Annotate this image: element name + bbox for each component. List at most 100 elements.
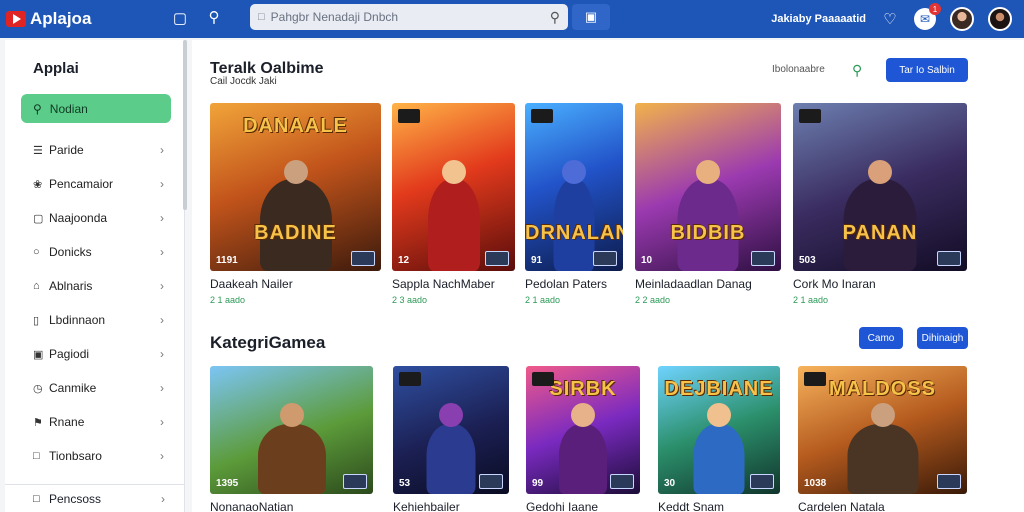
play-count: 53	[399, 478, 411, 489]
file-icon: □	[33, 450, 40, 462]
play-count: 12	[398, 255, 410, 266]
sidebar-item-active[interactable]: ⚲ Nodian	[21, 94, 171, 123]
main-content: Teralk Oalbime Cail Jocdk Jaki Ibolonaab…	[192, 40, 1024, 512]
folder-icon: ▢	[33, 212, 44, 225]
game-thumbnail[interactable]: BIDBIB 10	[635, 103, 781, 271]
game-title[interactable]: Keddt Snam	[658, 500, 780, 512]
sidebar-item-label: Tionbsaro	[49, 449, 102, 463]
corner-tag	[804, 372, 826, 386]
search-icon[interactable]: ⚲	[204, 8, 224, 26]
game-card[interactable]: PANAN 503 Cork Mo Inaran 2 1 aado	[793, 103, 967, 305]
sidebar: Applai ⚲ Nodian ☰ Paride › ❀ Pencamaior › ▢ Naa…	[5, 40, 185, 512]
search-icon[interactable]: ⚲	[852, 62, 862, 79]
platform-badge-icon	[343, 474, 367, 489]
game-thumbnail[interactable]: DEJBIANE 30	[658, 366, 780, 494]
thumbnail-logo: BIDBIB	[670, 222, 746, 244]
sidebar-item[interactable]: ◷ Canmike ›	[5, 371, 184, 405]
game-card[interactable]: DANAALE BADINE 1191 Daakeah Nailer 2 1 aado	[210, 103, 381, 305]
game-title[interactable]: Sappla NachMaber	[392, 277, 515, 291]
game-meta: 2 1 aado	[793, 295, 829, 305]
sidebar-item[interactable]: ⌂ Ablnaris ›	[5, 269, 184, 303]
folder-icon[interactable]: ▢	[170, 9, 190, 27]
messages-button[interactable]: ✉ 1	[914, 3, 941, 30]
platform-badge-icon	[610, 474, 634, 489]
game-card[interactable]: BIDBIB 10 Meinladaadlan Danag 2 2 aado	[635, 103, 781, 305]
game-thumbnail[interactable]: SIRBK 99	[526, 366, 640, 494]
character-head	[283, 160, 308, 184]
thumbnail-title: DANAALE	[243, 115, 348, 137]
game-title[interactable]: NonanaoNatian	[210, 500, 373, 512]
play-count: 99	[532, 478, 544, 489]
game-card[interactable]: 53 Kehiehbailer	[393, 366, 509, 512]
thumbnail-logo: PANAN	[842, 222, 918, 244]
play-count: 91	[531, 255, 543, 266]
character-figure	[257, 424, 326, 494]
sidebar-item-label: Canmike	[49, 381, 97, 395]
character-figure	[559, 424, 607, 494]
file-icon: □	[33, 492, 40, 505]
play-count: 10	[641, 255, 653, 266]
platform-badge-icon	[351, 251, 375, 266]
category-button-1[interactable]: Camo	[859, 327, 903, 349]
game-thumbnail[interactable]: PANAN 503	[793, 103, 967, 271]
image-icon: ▣	[33, 348, 44, 361]
game-card[interactable]: SIRBK 99 Gedohi Iaane	[526, 366, 640, 512]
sidebar-item[interactable]: ☰ Paride ›	[5, 133, 184, 167]
avatar[interactable]	[950, 7, 974, 31]
game-card[interactable]: DRNALAN 91 Pedolan Paters 2 1 aado	[525, 103, 623, 305]
bell-icon[interactable]: ♡	[880, 10, 900, 28]
sidebar-item[interactable]: ❀ Pencamaior ›	[5, 167, 184, 201]
game-thumbnail[interactable]: MALDOSS 1038	[798, 366, 967, 494]
category-button-2[interactable]: Dihinaigh	[917, 327, 968, 349]
chevron-right-icon: ›	[160, 415, 164, 429]
game-thumbnail[interactable]: 1395	[210, 366, 373, 494]
sidebar-item[interactable]: ⚑ Rnane ›	[5, 405, 184, 439]
sidebar-scrollbar[interactable]	[183, 40, 187, 210]
game-thumbnail[interactable]: DANAALE BADINE 1191	[210, 103, 381, 271]
game-card[interactable]: MALDOSS 1038 Cardelen Natala	[798, 366, 967, 512]
game-title[interactable]: Cardelen Natala	[798, 500, 967, 512]
corner-tag	[799, 109, 821, 123]
sidebar-item[interactable]: ▣ Pagiodi ›	[5, 337, 184, 371]
game-card[interactable]: 12 Sappla NachMaber 2 3 aado	[392, 103, 515, 305]
character-head	[439, 403, 463, 427]
section-action-button[interactable]: Tar Io Salbin	[886, 58, 968, 82]
chevron-right-icon: ›	[160, 347, 164, 361]
sidebar-item-footer[interactable]: □ Pencsoss ›	[5, 484, 185, 512]
profile-avatar[interactable]	[988, 7, 1012, 31]
sidebar-item[interactable]: □ Tionbsaro ›	[5, 439, 184, 473]
game-thumbnail[interactable]: 12	[392, 103, 515, 271]
sidebar-item-label: Naajoonda	[49, 211, 108, 225]
search-bar[interactable]: □ ⚲	[250, 4, 568, 30]
game-thumbnail[interactable]: DRNALAN 91	[525, 103, 623, 271]
sidebar-list: ☰ Paride › ❀ Pencamaior › ▢ Naajoonda › ○ Donicks ›…	[5, 133, 184, 473]
character-figure	[693, 424, 745, 494]
sidebar-item[interactable]: ▯ Lbdinnaon ›	[5, 303, 184, 337]
game-thumbnail[interactable]: 53	[393, 366, 509, 494]
magnifier-icon[interactable]: ⚲	[550, 9, 560, 26]
corner-tag	[398, 109, 420, 123]
sidebar-item[interactable]: ○ Donicks ›	[5, 235, 184, 269]
lock-icon: □	[258, 11, 265, 23]
chevron-right-icon: ›	[160, 313, 164, 327]
game-title[interactable]: Cork Mo Inaran	[793, 277, 967, 291]
app-logo[interactable]: Aplajoa	[6, 9, 156, 29]
sidebar-item-label: Pencsoss	[49, 491, 102, 506]
game-card[interactable]: 1395 NonanaoNatian	[210, 366, 373, 512]
section-link[interactable]: Ibolonaabre	[772, 64, 825, 75]
chevron-right-icon: ›	[160, 381, 164, 395]
game-title[interactable]: Kehiehbailer	[393, 500, 509, 512]
camera-search-button[interactable]: ▣	[572, 4, 610, 30]
game-title[interactable]: Pedolan Paters	[525, 277, 623, 291]
game-title[interactable]: Meinladaadlan Danag	[635, 277, 781, 291]
brand-label[interactable]: Jakiaby Paaaaatid	[771, 13, 866, 25]
category-title: KategriGamea	[210, 333, 326, 352]
game-title[interactable]: Gedohi Iaane	[526, 500, 640, 512]
game-card[interactable]: DEJBIANE 30 Keddt Snam	[658, 366, 780, 512]
sidebar-item[interactable]: ▢ Naajoonda ›	[5, 201, 184, 235]
logo-text: Aplajoa	[30, 9, 92, 28]
search-input[interactable]	[270, 10, 550, 24]
game-meta: 2 3 aado	[392, 295, 428, 305]
game-title[interactable]: Daakeah Nailer	[210, 277, 381, 291]
play-count: 30	[664, 478, 676, 489]
